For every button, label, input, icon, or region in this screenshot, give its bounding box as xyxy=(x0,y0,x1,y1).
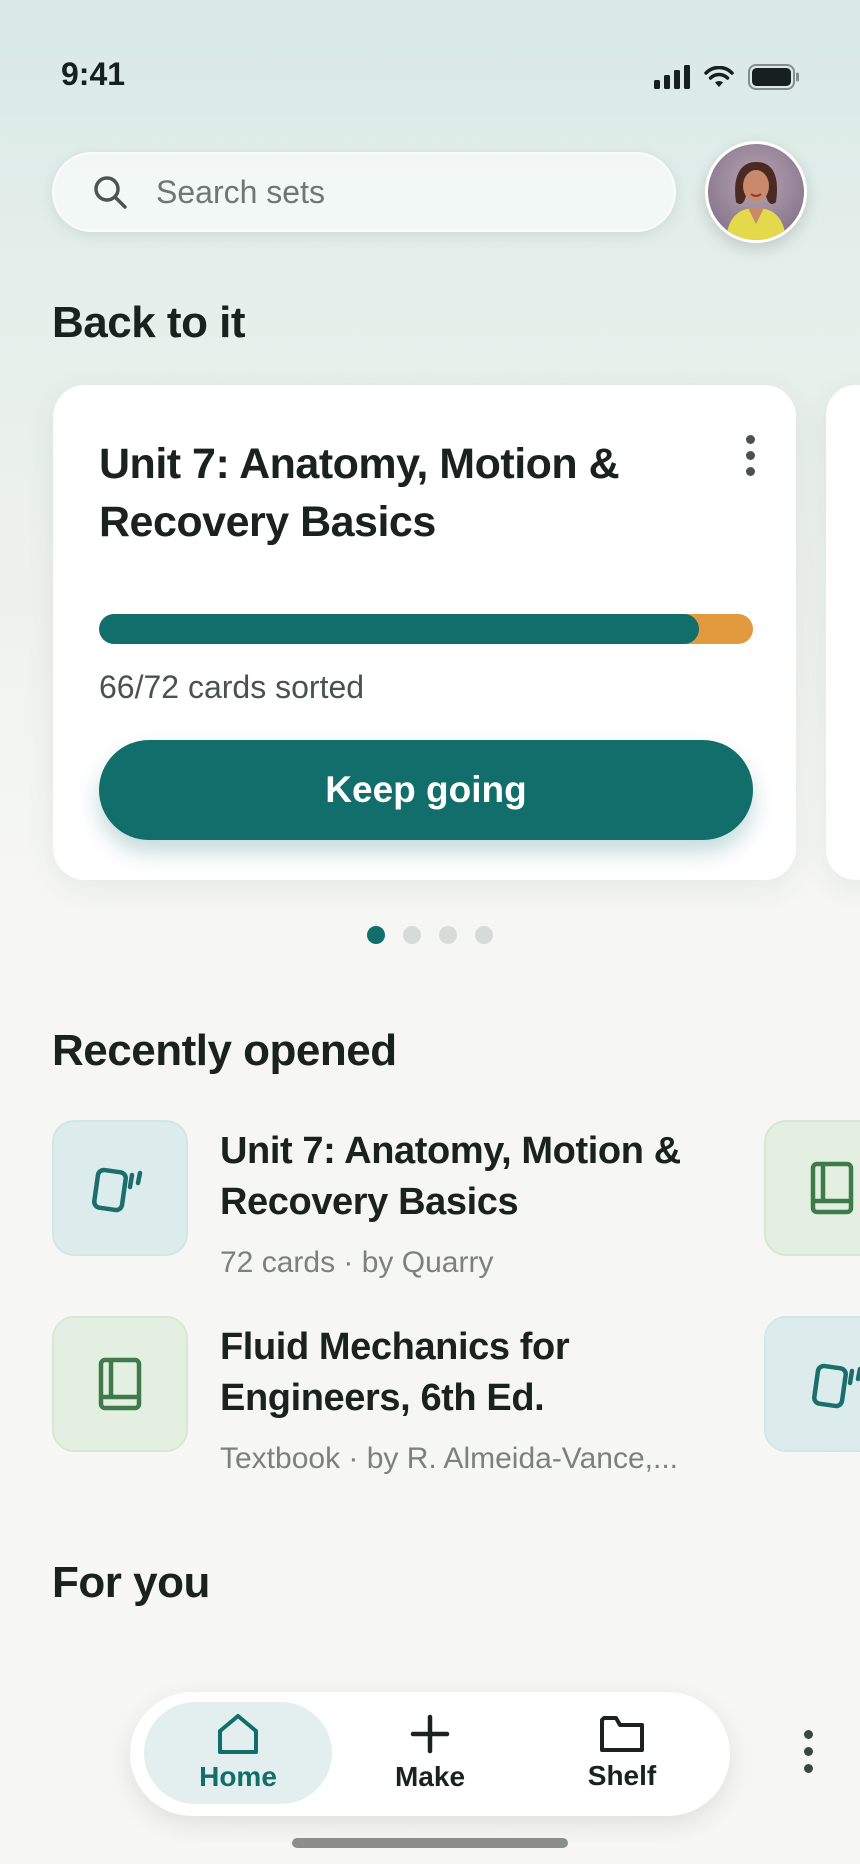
plus-icon xyxy=(410,1714,450,1754)
section-title-back-to-it: Back to it xyxy=(52,298,246,347)
status-time: 9:41 xyxy=(61,56,126,92)
signal-icon xyxy=(654,65,690,89)
home-indicator xyxy=(292,1838,568,1848)
next-resume-card[interactable] xyxy=(826,385,860,880)
list-item-meta: 72 cards · by Quarry xyxy=(220,1246,494,1279)
list-item[interactable]: Unit 7: Anatomy, Motion & Recovery Basic… xyxy=(52,1120,812,1279)
list-item[interactable]: Fluid Mechanics for Engineers, 6th Ed. T… xyxy=(52,1316,812,1475)
carousel-dot[interactable] xyxy=(403,926,421,944)
profile-photo xyxy=(726,162,786,240)
thumbnail xyxy=(52,1120,188,1256)
battery-icon xyxy=(748,64,799,90)
tab-make[interactable]: Make xyxy=(336,1702,524,1804)
carousel-dots xyxy=(367,926,493,944)
search-input[interactable]: Search sets xyxy=(52,152,676,232)
progress-bar xyxy=(99,614,753,644)
list-item-meta: Textbook · by R. Almeida-Vance,... xyxy=(220,1442,678,1475)
avatar[interactable] xyxy=(705,141,807,243)
tab-shelf[interactable]: Shelf xyxy=(528,1702,716,1804)
more-icon[interactable] xyxy=(796,1730,820,1780)
book-icon xyxy=(98,1357,142,1411)
carousel-dot[interactable] xyxy=(475,926,493,944)
tab-label: Make xyxy=(394,1761,466,1792)
wifi-icon xyxy=(704,66,734,87)
search-icon xyxy=(94,176,127,209)
tab-label: Shelf xyxy=(587,1760,657,1791)
resume-card-title: Unit 7: Anatomy, Motion & Recovery Basic… xyxy=(99,440,620,546)
carousel-dot[interactable] xyxy=(367,926,385,944)
search-placeholder: Search sets xyxy=(156,174,325,210)
book-icon xyxy=(810,1161,854,1215)
progress-bar-fill xyxy=(99,614,699,644)
section-title-recently-opened: Recently opened xyxy=(52,1026,397,1075)
keep-going-button[interactable]: Keep going xyxy=(99,740,753,840)
folder-icon xyxy=(600,1716,644,1752)
side-thumbnail[interactable] xyxy=(764,1316,860,1452)
status-icons xyxy=(654,64,800,90)
carousel-dot[interactable] xyxy=(439,926,457,944)
more-options-icon[interactable] xyxy=(735,435,765,485)
resume-card[interactable]: Unit 7: Anatomy, Motion & Recovery Basic… xyxy=(53,385,796,880)
status-bar: 9:41 xyxy=(0,0,860,110)
side-thumbnail[interactable] xyxy=(764,1120,860,1256)
flashcards-icon xyxy=(812,1363,860,1409)
tab-label: Home xyxy=(199,1761,277,1792)
progress-text: 66/72 cards sorted xyxy=(99,669,365,705)
list-item-title: Fluid Mechanics for Engineers, 6th Ed. xyxy=(220,1326,570,1419)
tab-bar: Home Make Shelf xyxy=(130,1692,730,1816)
section-title-for-you: For you xyxy=(52,1558,210,1607)
thumbnail xyxy=(52,1316,188,1452)
flashcards-icon xyxy=(92,1167,143,1213)
home-icon xyxy=(218,1714,258,1754)
tab-home[interactable]: Home xyxy=(144,1702,332,1804)
list-item-title: Unit 7: Anatomy, Motion & Recovery Basic… xyxy=(220,1130,681,1223)
